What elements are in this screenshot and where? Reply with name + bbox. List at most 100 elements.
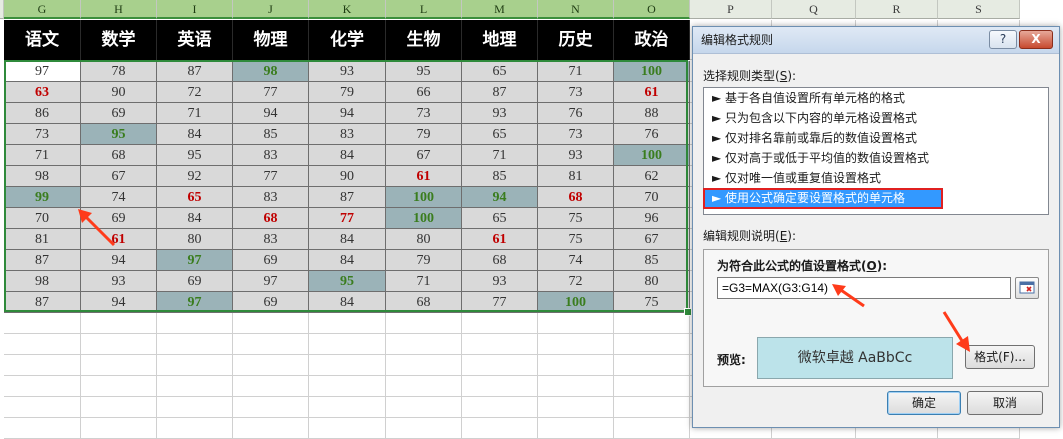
- score-cell[interactable]: 67: [614, 229, 690, 250]
- score-cell[interactable]: 84: [309, 250, 386, 271]
- rule-type-item[interactable]: ► 只为包含以下内容的单元格设置格式: [704, 109, 1048, 128]
- score-cell[interactable]: 74: [538, 250, 614, 271]
- subject-header-cell[interactable]: 物理: [233, 20, 309, 60]
- score-cell[interactable]: 84: [309, 292, 386, 313]
- empty-cell[interactable]: [309, 418, 386, 439]
- score-cell[interactable]: 75: [538, 208, 614, 229]
- score-cell[interactable]: 77: [233, 166, 309, 187]
- score-cell[interactable]: 76: [538, 103, 614, 124]
- column-header-S[interactable]: S: [938, 0, 1020, 19]
- score-cell[interactable]: 98: [4, 271, 81, 292]
- score-cell[interactable]: 100: [386, 208, 462, 229]
- score-cell[interactable]: 96: [614, 208, 690, 229]
- score-cell[interactable]: 83: [233, 145, 309, 166]
- score-cell[interactable]: 77: [309, 208, 386, 229]
- subject-header-cell[interactable]: 地理: [462, 20, 538, 60]
- score-cell[interactable]: 68: [538, 187, 614, 208]
- column-header-H[interactable]: H: [81, 0, 157, 19]
- score-cell[interactable]: 95: [309, 271, 386, 292]
- score-cell[interactable]: 92: [157, 166, 233, 187]
- score-cell[interactable]: 71: [462, 145, 538, 166]
- score-cell[interactable]: 86: [4, 103, 81, 124]
- score-cell[interactable]: 75: [614, 292, 690, 313]
- empty-cell[interactable]: [233, 397, 309, 418]
- score-cell[interactable]: 69: [233, 250, 309, 271]
- score-cell[interactable]: 93: [538, 145, 614, 166]
- empty-cell[interactable]: [309, 397, 386, 418]
- score-cell[interactable]: 85: [462, 166, 538, 187]
- score-cell[interactable]: 94: [309, 103, 386, 124]
- column-header-K[interactable]: K: [309, 0, 386, 19]
- score-cell[interactable]: 63: [4, 82, 81, 103]
- score-cell[interactable]: 73: [538, 124, 614, 145]
- empty-cell[interactable]: [614, 397, 690, 418]
- score-cell[interactable]: 87: [4, 292, 81, 313]
- score-cell[interactable]: 93: [309, 61, 386, 82]
- empty-cell[interactable]: [538, 355, 614, 376]
- subject-header-cell[interactable]: 语文: [4, 20, 81, 60]
- score-cell[interactable]: 84: [309, 145, 386, 166]
- column-header-L[interactable]: L: [386, 0, 462, 19]
- empty-cell[interactable]: [386, 313, 462, 334]
- empty-cell[interactable]: [309, 376, 386, 397]
- score-cell[interactable]: 90: [309, 166, 386, 187]
- empty-cell[interactable]: [233, 355, 309, 376]
- score-cell[interactable]: 71: [157, 103, 233, 124]
- empty-cell[interactable]: [462, 313, 538, 334]
- score-cell[interactable]: 94: [81, 250, 157, 271]
- empty-cell[interactable]: [157, 397, 233, 418]
- score-cell[interactable]: 78: [81, 61, 157, 82]
- empty-cell[interactable]: [157, 418, 233, 439]
- score-cell[interactable]: 61: [386, 166, 462, 187]
- column-header-Q[interactable]: Q: [772, 0, 856, 19]
- score-cell[interactable]: 65: [462, 124, 538, 145]
- score-cell[interactable]: 71: [386, 271, 462, 292]
- empty-cell[interactable]: [233, 334, 309, 355]
- column-header-I[interactable]: I: [157, 0, 233, 19]
- empty-cell[interactable]: [157, 334, 233, 355]
- score-cell[interactable]: 80: [614, 271, 690, 292]
- column-header-P[interactable]: P: [690, 0, 772, 19]
- empty-cell[interactable]: [4, 313, 81, 334]
- empty-cell[interactable]: [462, 355, 538, 376]
- score-cell[interactable]: 97: [233, 271, 309, 292]
- score-cell[interactable]: 93: [462, 271, 538, 292]
- empty-cell[interactable]: [386, 397, 462, 418]
- score-cell[interactable]: 84: [157, 124, 233, 145]
- fill-handle[interactable]: [684, 308, 692, 316]
- score-cell[interactable]: 87: [4, 250, 81, 271]
- score-cell[interactable]: 68: [233, 208, 309, 229]
- subject-header-cell[interactable]: 英语: [157, 20, 233, 60]
- rule-type-item[interactable]: ► 基于各自值设置所有单元格的格式: [704, 89, 1048, 108]
- empty-cell[interactable]: [614, 418, 690, 439]
- empty-cell[interactable]: [538, 334, 614, 355]
- score-cell[interactable]: 95: [386, 61, 462, 82]
- empty-cell[interactable]: [309, 334, 386, 355]
- score-cell[interactable]: 97: [157, 250, 233, 271]
- score-cell[interactable]: 77: [233, 82, 309, 103]
- score-cell[interactable]: 73: [386, 103, 462, 124]
- score-cell[interactable]: 76: [614, 124, 690, 145]
- subject-header-cell[interactable]: 历史: [538, 20, 614, 60]
- empty-cell[interactable]: [614, 376, 690, 397]
- score-cell[interactable]: 72: [157, 82, 233, 103]
- score-cell[interactable]: 97: [4, 61, 81, 82]
- column-header-O[interactable]: O: [614, 0, 690, 19]
- score-cell[interactable]: 100: [538, 292, 614, 313]
- empty-cell[interactable]: [81, 313, 157, 334]
- empty-cell[interactable]: [386, 376, 462, 397]
- help-button[interactable]: ?: [989, 30, 1017, 49]
- score-cell[interactable]: 69: [81, 103, 157, 124]
- score-cell[interactable]: 79: [309, 82, 386, 103]
- column-header-N[interactable]: N: [538, 0, 614, 19]
- score-cell[interactable]: 81: [4, 229, 81, 250]
- score-cell[interactable]: 65: [462, 61, 538, 82]
- score-cell[interactable]: 79: [386, 124, 462, 145]
- empty-cell[interactable]: [157, 376, 233, 397]
- score-cell[interactable]: 83: [233, 229, 309, 250]
- score-cell[interactable]: 94: [233, 103, 309, 124]
- score-cell[interactable]: 68: [81, 145, 157, 166]
- rule-type-item[interactable]: ► 仅对唯一值或重复值设置格式: [704, 169, 1048, 188]
- empty-cell[interactable]: [157, 355, 233, 376]
- score-cell[interactable]: 75: [538, 229, 614, 250]
